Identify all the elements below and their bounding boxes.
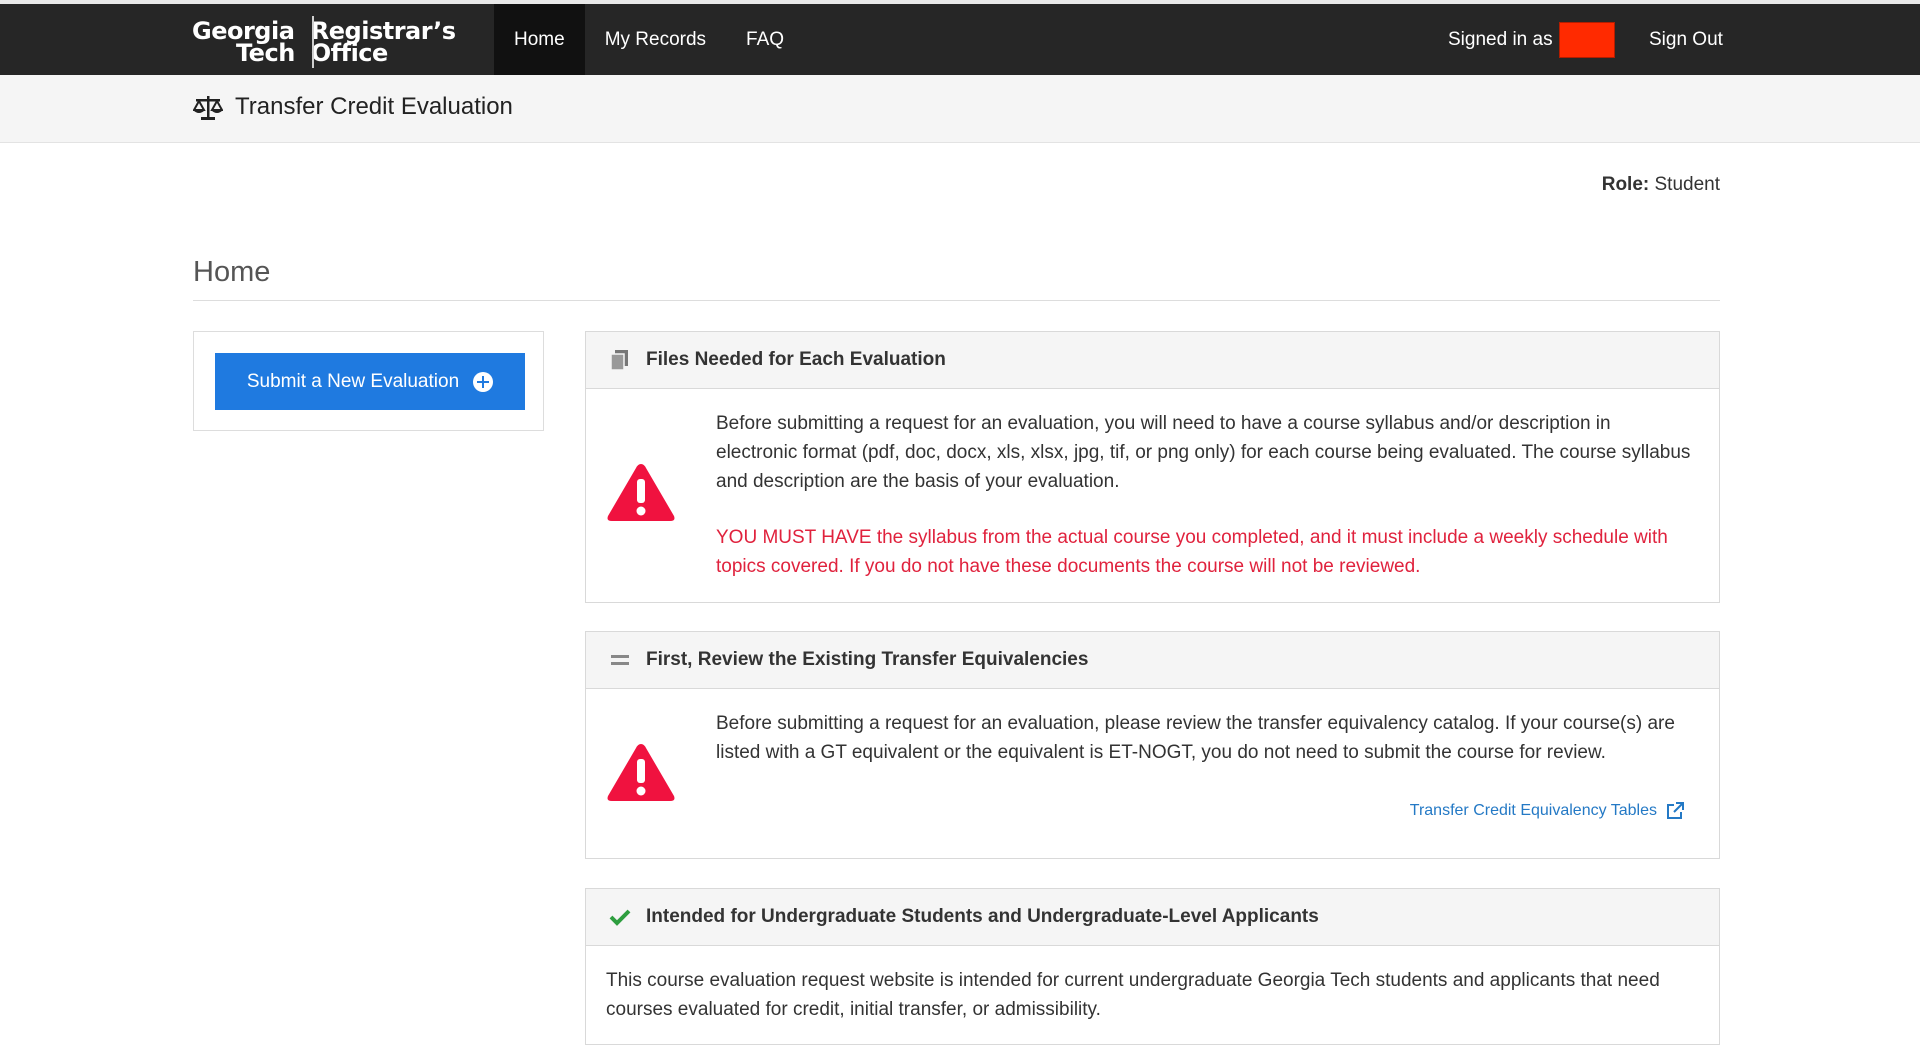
app-title: Transfer Credit Evaluation — [235, 93, 513, 120]
sign-out-link[interactable]: Sign Out — [1649, 4, 1723, 75]
page-title: Home — [193, 256, 271, 288]
top-navbar: Georgia Tech Registrar’s Office Home My … — [0, 0, 1920, 75]
panel-title: Files Needed for Each Evaluation — [646, 349, 946, 370]
checkmark-icon — [608, 905, 632, 929]
files-icon — [608, 348, 632, 372]
logo-gt-text: Georgia Tech — [192, 19, 295, 67]
panel-header: Files Needed for Each Evaluation — [586, 332, 1719, 389]
equals-icon — [608, 648, 632, 672]
georgia-tech-registrar-logo[interactable]: Georgia Tech Registrar’s Office — [192, 16, 456, 68]
panel-text: Before submitting a request for an evalu… — [716, 713, 1675, 763]
transfer-equivalency-tables-link[interactable]: Transfer Credit Equivalency Tables — [1410, 801, 1685, 821]
panel-title: First, Review the Existing Transfer Equi… — [646, 649, 1089, 670]
submit-new-evaluation-button[interactable]: Submit a New Evaluation — [215, 353, 525, 410]
nav-item-home[interactable]: Home — [494, 4, 585, 75]
link-label: Transfer Credit Equivalency Tables — [1409, 802, 1657, 819]
review-equivalencies-panel: First, Review the Existing Transfer Equi… — [585, 631, 1720, 859]
role-indicator: Role: Student — [1602, 174, 1720, 196]
syllabus-warning-text: YOU MUST HAVE the syllabus from the actu… — [716, 527, 1668, 577]
panel-header: Intended for Undergraduate Students and … — [586, 889, 1719, 946]
balance-scale-icon — [193, 96, 223, 120]
files-needed-panel: Files Needed for Each Evaluation Before … — [585, 331, 1720, 603]
panel-text: Before submitting a request for an evalu… — [716, 413, 1691, 492]
logo-registrar-text: Registrar’s Office — [310, 19, 456, 67]
signed-in-label: Signed in as — [1448, 28, 1553, 50]
signed-in-indicator: Signed in as — [1448, 4, 1615, 75]
plus-circle-icon — [473, 371, 494, 392]
main-nav: Home My Records FAQ — [494, 4, 804, 75]
submit-button-label: Submit a New Evaluation — [246, 370, 460, 392]
external-link-icon — [1667, 802, 1684, 819]
sidebar-actions: Submit a New Evaluation — [193, 331, 544, 431]
panel-title: Intended for Undergraduate Students and … — [646, 906, 1319, 927]
warning-triangle-icon — [607, 464, 675, 521]
logo-tower-divider — [312, 16, 314, 68]
panel-text: This course evaluation request website i… — [606, 970, 1660, 1020]
panel-header: First, Review the Existing Transfer Equi… — [586, 632, 1719, 689]
logo-line2-right: Office — [310, 39, 389, 67]
title-divider — [193, 300, 1720, 301]
nav-item-my-records[interactable]: My Records — [585, 4, 726, 75]
redacted-username — [1558, 21, 1615, 58]
warning-triangle-icon — [607, 744, 675, 801]
intended-audience-panel: Intended for Undergraduate Students and … — [585, 888, 1720, 1045]
app-subheader: Transfer Credit Evaluation — [0, 75, 1920, 143]
role-value: Student — [1654, 174, 1721, 195]
logo-line2-left: Tech — [236, 39, 295, 67]
role-label: Role: — [1601, 174, 1650, 195]
nav-item-faq[interactable]: FAQ — [726, 4, 804, 75]
